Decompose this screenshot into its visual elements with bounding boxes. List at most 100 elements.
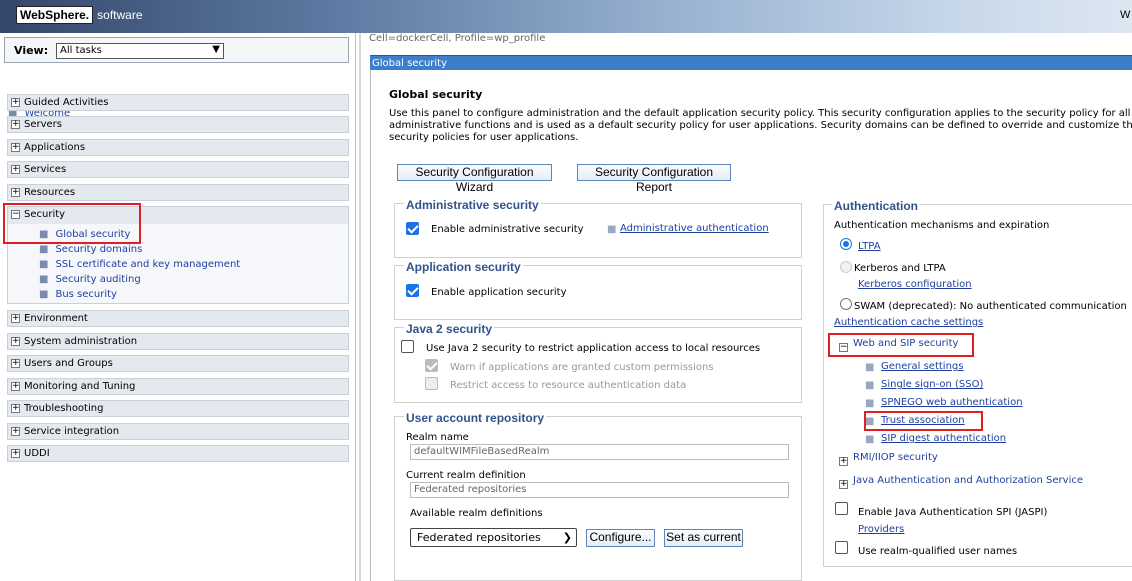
auth-mechanisms-label: Authentication mechanisms and expiration xyxy=(834,220,1050,231)
bullet-icon: ■ xyxy=(39,274,49,285)
nav-item-label: Troubleshooting xyxy=(24,403,104,414)
nav-monitoring[interactable]: + Monitoring and Tuning xyxy=(7,378,349,395)
nav-security-domains[interactable]: ■ Security domains xyxy=(39,244,142,255)
warn-permissions-checkbox[interactable] xyxy=(425,359,438,372)
checkbox-label: Warn if applications are granted custom … xyxy=(450,362,714,373)
providers-link[interactable]: Providers xyxy=(858,524,904,535)
admin-authentication-link[interactable]: Administrative authentication xyxy=(620,223,769,234)
nav-resources[interactable]: + Resources xyxy=(7,184,349,201)
panel-title: Administrative security xyxy=(404,198,541,212)
checkbox-label: Use realm-qualified user names xyxy=(858,546,1018,557)
spnego-link[interactable]: SPNEGO web authentication xyxy=(881,397,1023,408)
sub-item-label: Security auditing xyxy=(55,274,141,285)
nav-guided-activities[interactable]: + Guided Activities xyxy=(7,94,349,111)
realm-name-field[interactable]: defaultWIMFileBasedRealm xyxy=(410,444,789,460)
bullet-icon: ■ xyxy=(865,362,875,373)
panel-title: Application security xyxy=(404,260,523,274)
view-select[interactable]: All tasks ▼ xyxy=(56,43,224,59)
realm-name-label: Realm name xyxy=(406,432,469,443)
sub-item-label: Bus security xyxy=(55,289,117,300)
sub-item-label: Security domains xyxy=(55,244,143,255)
nav-troubleshooting[interactable]: + Troubleshooting xyxy=(7,400,349,417)
app-security-panel: Application security Enable application … xyxy=(394,260,802,320)
nav-environment[interactable]: + Environment xyxy=(7,310,349,327)
checkbox-label: Enable application security xyxy=(431,287,567,298)
nav-system-administration[interactable]: + System administration xyxy=(7,333,349,350)
nav-servers[interactable]: + Servers xyxy=(7,116,349,133)
select-value: Federated repositories xyxy=(417,531,541,544)
page-title: Global security xyxy=(389,88,483,101)
sso-link[interactable]: Single sign-on (SSO) xyxy=(881,379,983,390)
panel-title: Java 2 security xyxy=(404,322,495,336)
expand-icon: + xyxy=(11,426,20,436)
nav-item-label: Users and Groups xyxy=(24,358,113,369)
security-report-button[interactable]: Security Configuration Report xyxy=(577,164,731,194)
configure-button[interactable]: Configure... xyxy=(586,529,655,547)
expand-icon[interactable]: + xyxy=(839,480,848,489)
expand-icon[interactable]: + xyxy=(839,457,848,466)
sip-digest-link[interactable]: SIP digest authentication xyxy=(881,433,1006,444)
ltpa-radio[interactable] xyxy=(840,238,852,250)
swam-label: SWAM (deprecated): No authenticated comm… xyxy=(854,301,1127,312)
kerberos-label: Kerberos and LTPA xyxy=(854,263,946,274)
bullet-icon: ■ xyxy=(39,259,49,270)
expand-icon: + xyxy=(11,448,20,458)
rmi-iiop-label[interactable]: RMI/IIOP security xyxy=(853,452,938,463)
java2-checkbox[interactable] xyxy=(401,340,414,353)
highlight-box xyxy=(3,203,141,244)
available-realms-label: Available realm definitions xyxy=(410,508,543,519)
expand-icon: + xyxy=(11,381,20,391)
general-settings-link[interactable]: General settings xyxy=(881,361,963,372)
security-wizard-button[interactable]: Security Configuration Wizard xyxy=(397,164,552,194)
bullet-icon: ■ xyxy=(865,434,875,445)
swam-radio[interactable] xyxy=(840,298,852,310)
expand-icon: + xyxy=(11,313,20,323)
nav-users-groups[interactable]: + Users and Groups xyxy=(7,355,349,372)
expand-icon: + xyxy=(11,336,20,346)
authentication-panel: Authentication Authentication mechanisms… xyxy=(823,199,1132,567)
nav-ssl-cert[interactable]: ■ SSL certificate and key management xyxy=(39,259,240,270)
nav-uddi[interactable]: + UDDI xyxy=(7,445,349,462)
nav-item-label: Services xyxy=(24,164,67,175)
auth-cache-link[interactable]: Authentication cache settings xyxy=(834,317,983,328)
realm-qualified-checkbox[interactable] xyxy=(835,541,848,554)
nav-bus-security[interactable]: ■ Bus security xyxy=(39,289,117,300)
nav-item-label: Monitoring and Tuning xyxy=(24,381,136,392)
kerberos-config-link[interactable]: Kerberos configuration xyxy=(858,279,972,290)
app-security-checkbox[interactable] xyxy=(406,284,419,297)
nav-item-label: Guided Activities xyxy=(24,97,109,108)
bullet-icon: ■ xyxy=(39,289,49,300)
chevron-down-icon: ❯ xyxy=(562,531,572,544)
logo-suffix: software xyxy=(97,8,143,22)
checkbox-label: Restrict access to resource authenticati… xyxy=(450,380,687,391)
nav-item-label: Resources xyxy=(24,187,76,198)
admin-security-panel: Administrative security Enable administr… xyxy=(394,198,802,258)
expand-icon: + xyxy=(11,164,20,174)
nav-item-label: Environment xyxy=(24,313,88,324)
nav-divider[interactable] xyxy=(359,33,361,581)
ltpa-link[interactable]: LTPA xyxy=(858,241,881,252)
expand-icon: + xyxy=(11,119,20,129)
expand-icon: + xyxy=(11,403,20,413)
restrict-access-checkbox[interactable] xyxy=(425,377,438,390)
nav-security-auditing[interactable]: ■ Security auditing xyxy=(39,274,141,285)
set-as-current-button[interactable]: Set as current xyxy=(664,529,743,547)
jaas-label[interactable]: Java Authentication and Authorization Se… xyxy=(853,475,1083,486)
admin-security-checkbox[interactable] xyxy=(406,222,419,235)
bullet-icon: ■ xyxy=(607,224,617,235)
nav-services[interactable]: + Services xyxy=(7,161,349,178)
nav-applications[interactable]: + Applications xyxy=(7,139,349,156)
nav-service-integration[interactable]: + Service integration xyxy=(7,423,349,440)
logo-text: WebSphere. xyxy=(16,6,94,24)
checkbox-label: Enable Java Authentication SPI (JASPI) xyxy=(858,507,1048,518)
nav-item-label: Service integration xyxy=(24,426,120,437)
checkbox-label: Use Java 2 security to restrict applicat… xyxy=(426,343,761,354)
left-nav: View: All tasks ▼ ■ Welcome + Guided Activ… xyxy=(0,33,356,581)
bullet-icon: ■ xyxy=(39,244,49,255)
jaspi-checkbox[interactable] xyxy=(835,502,848,515)
current-realm-field[interactable]: Federated repositories xyxy=(410,482,789,498)
nav-item-label: Servers xyxy=(24,119,63,130)
available-realms-select[interactable]: Federated repositories ❯ xyxy=(410,528,577,547)
bullet-icon: ■ xyxy=(865,380,875,391)
kerberos-radio[interactable] xyxy=(840,261,852,273)
